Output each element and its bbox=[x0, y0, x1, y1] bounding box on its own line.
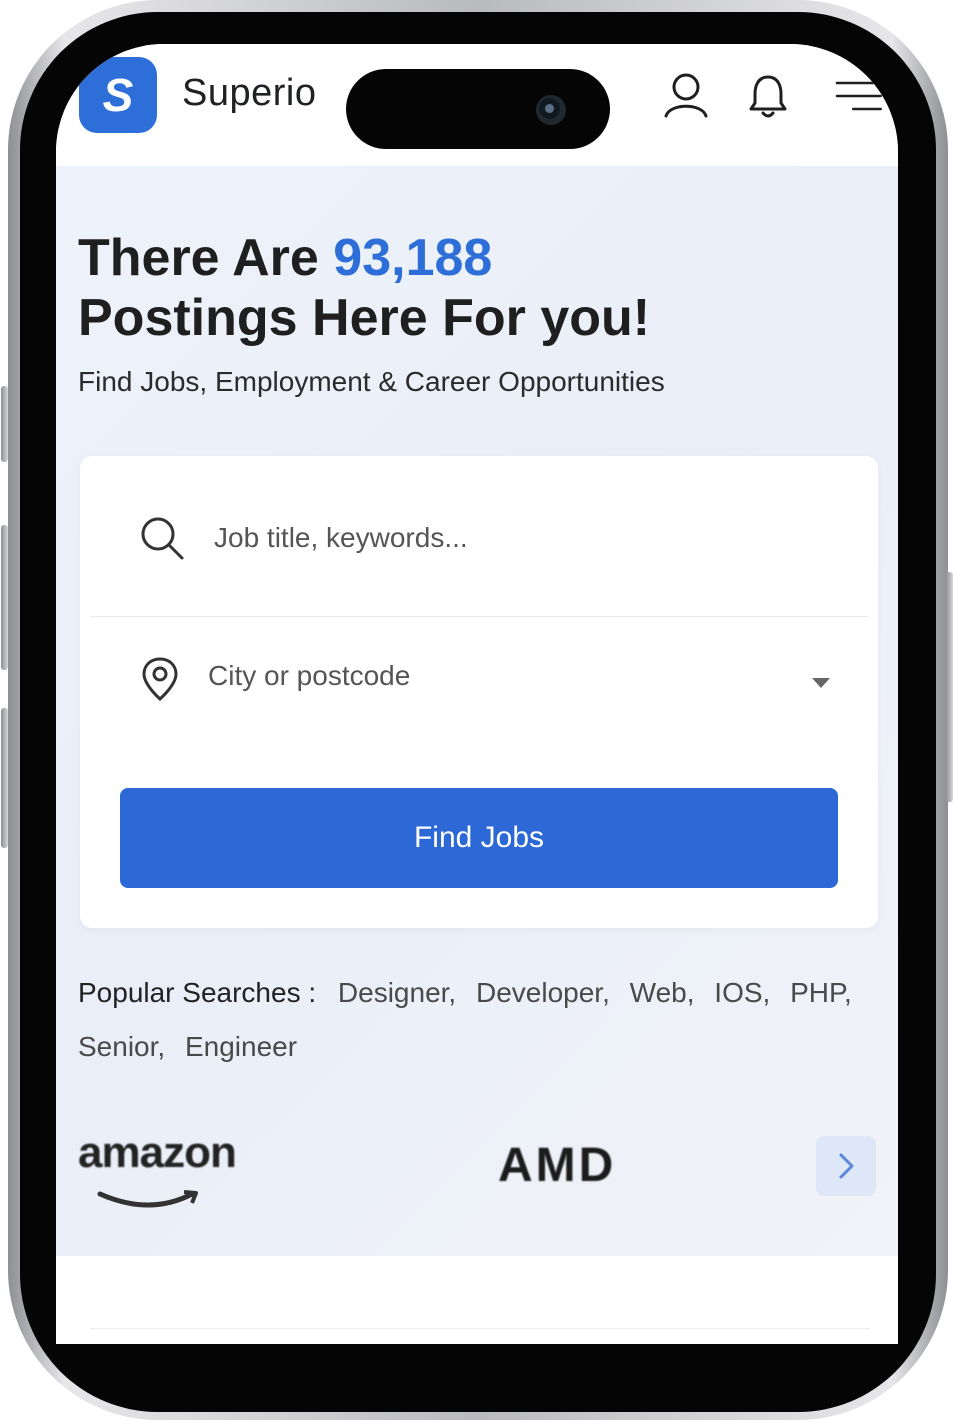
find-jobs-button[interactable]: Find Jobs bbox=[120, 788, 838, 888]
menu-button[interactable] bbox=[826, 64, 890, 128]
side-button-power bbox=[946, 572, 953, 802]
brand-logo-letter: S bbox=[102, 69, 134, 121]
keyword-input[interactable] bbox=[214, 514, 814, 562]
camera-icon bbox=[536, 95, 566, 125]
top-navigation: S Superio bbox=[56, 44, 898, 166]
amazon-logo[interactable]: amazon bbox=[78, 1128, 237, 1178]
job-search-form: City or postcode Find Jobs bbox=[80, 456, 878, 928]
side-button-volume-up bbox=[1, 525, 8, 670]
popular-term-developer[interactable]: Developer, bbox=[476, 977, 610, 1008]
dynamic-island bbox=[346, 69, 610, 149]
chevron-down-icon bbox=[812, 678, 830, 688]
popular-term-senior[interactable]: Senior, bbox=[78, 1031, 165, 1062]
hero-subtitle: Find Jobs, Employment & Career Opportuni… bbox=[78, 366, 665, 397]
side-button-silent bbox=[1, 386, 8, 462]
section-divider bbox=[90, 1328, 870, 1329]
brand-logo-icon[interactable]: S bbox=[79, 57, 157, 133]
user-account-button[interactable] bbox=[654, 64, 718, 128]
brand-name[interactable]: Superio bbox=[182, 72, 316, 115]
popular-term-engineer[interactable]: Engineer bbox=[185, 1031, 297, 1062]
amazon-smile-icon bbox=[97, 1190, 198, 1208]
search-icon bbox=[141, 517, 184, 560]
user-icon bbox=[664, 73, 708, 118]
popular-term-web[interactable]: Web, bbox=[630, 977, 695, 1008]
popular-term-php[interactable]: PHP, bbox=[790, 977, 852, 1008]
keyword-search-row bbox=[90, 456, 868, 617]
popular-searches-label: Popular Searches : bbox=[78, 977, 317, 1008]
location-select[interactable]: City or postcode bbox=[90, 626, 868, 736]
popular-term-ios[interactable]: IOS, bbox=[714, 977, 770, 1008]
bell-icon bbox=[749, 75, 787, 118]
amd-logo[interactable]: AMD bbox=[498, 1138, 616, 1193]
location-value: City or postcode bbox=[208, 660, 411, 691]
side-button-volume-down bbox=[1, 708, 8, 848]
popular-term-designer[interactable]: Designer, bbox=[338, 977, 456, 1008]
menu-icon bbox=[835, 81, 882, 111]
app-screen: S Superio There Are 93,188 Postings Here… bbox=[56, 44, 898, 1344]
headline-prefix: There Are bbox=[78, 229, 334, 287]
notifications-button[interactable] bbox=[736, 64, 800, 128]
chevron-right-icon bbox=[839, 1153, 854, 1179]
posting-count: 93,188 bbox=[333, 229, 493, 287]
company-logo-carousel: amazon AMD bbox=[56, 1116, 898, 1236]
hero-section: There Are 93,188 Postings Here For you! … bbox=[56, 166, 898, 1256]
location-pin-icon bbox=[142, 657, 178, 701]
popular-searches: Popular Searches : Designer, Developer, … bbox=[78, 966, 868, 1074]
carousel-next-button[interactable] bbox=[816, 1136, 876, 1196]
headline-suffix: Postings Here For you! bbox=[78, 289, 651, 347]
hero-headline: There Are 93,188 Postings Here For you! bbox=[78, 228, 858, 348]
